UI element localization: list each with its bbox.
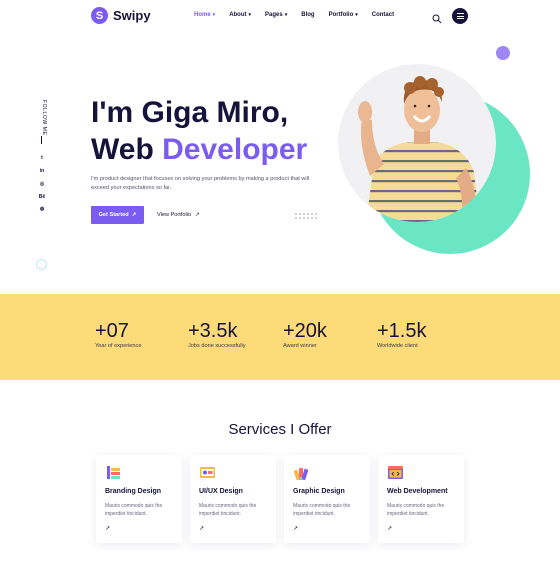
main-nav: Home ▾ About ▾ Pages ▾ Blog Portfolio ▾ Cont… — [194, 12, 408, 18]
card-description: Mauris commodo quis the imperdiet tincid… — [199, 503, 257, 517]
chevron-down-icon: ▾ — [248, 12, 252, 18]
stat-label: Year of experience — [95, 343, 142, 349]
branding-icon — [105, 464, 122, 481]
chevron-down-icon: ▾ — [212, 12, 216, 18]
card-title: UI/UX Design — [199, 488, 243, 495]
stat-value: +1.5k — [377, 320, 427, 342]
divider — [41, 136, 42, 144]
nav-item-portfolio[interactable]: Portfolio ▾ — [329, 12, 358, 18]
follow-me-label: FOLLOW ME — [41, 100, 47, 136]
card-description: Mauris commodo quis the imperdiet tincid… — [387, 503, 445, 517]
view-portfolio-button[interactable]: View Portfolio ↗ — [157, 212, 200, 218]
twitter-icon[interactable]: t — [38, 155, 46, 161]
stats-band: +07 Year of experience +3.5k Jobs done s… — [0, 294, 560, 380]
search-icon[interactable] — [432, 11, 442, 24]
chevron-down-icon: ▾ — [284, 12, 288, 18]
logo[interactable]: S Swipy — [91, 7, 151, 24]
stat-label: Worldwide client — [377, 343, 418, 349]
stat-value: +07 — [95, 320, 129, 342]
service-card-branding[interactable]: Branding Design Mauris commodo quis the … — [96, 455, 182, 543]
nav-item-contact[interactable]: Contact — [372, 12, 394, 18]
logo-mark: S — [91, 7, 108, 24]
arrow-up-right-icon[interactable]: ↗ — [293, 525, 298, 532]
card-title: Branding Design — [105, 488, 162, 495]
arrow-up-right-icon: ↗ — [195, 212, 200, 218]
uiux-icon — [199, 464, 216, 481]
portrait-image — [338, 64, 496, 222]
stat-label: Jobs done successfully — [188, 343, 246, 349]
stat-item: +1.5k Worldwide client — [377, 320, 426, 349]
stat-value: +20k — [283, 320, 327, 342]
nav-item-label: Home — [194, 12, 211, 18]
hero-title-accent: Developer — [162, 133, 308, 166]
decorative-dot — [496, 46, 510, 60]
nav-item-pages[interactable]: Pages ▾ — [265, 12, 287, 18]
nav-item-label: Contact — [371, 12, 395, 18]
nav-item-about[interactable]: About ▾ — [229, 12, 251, 18]
arrow-up-right-icon[interactable]: ↗ — [105, 525, 110, 532]
dribbble-icon[interactable]: ◍ — [38, 206, 46, 212]
stat-label: Award winner — [283, 343, 317, 349]
web-dev-icon — [387, 464, 404, 481]
site-header: S Swipy Home ▾ About ▾ Pages ▾ Blog Portfol… — [0, 0, 560, 34]
stat-value: +3.5k — [188, 320, 238, 342]
logo-text: Swipy — [113, 8, 151, 23]
stat-item: +20k Award winner — [283, 320, 327, 349]
graphic-icon — [293, 464, 310, 481]
instagram-icon[interactable]: ◎ — [38, 181, 46, 187]
behance-icon[interactable]: Bē — [38, 194, 46, 200]
nav-item-label: Blog — [301, 12, 315, 18]
hero-title-line1: I'm Giga Miro, — [91, 96, 289, 129]
nav-item-label: Pages — [265, 12, 283, 18]
view-portfolio-label: View Portfolio — [157, 212, 192, 218]
card-description: Mauris commodo quis the imperdiet tincid… — [293, 503, 351, 517]
service-card-web-dev[interactable]: Web Development Mauris commodo quis the … — [378, 455, 464, 543]
stat-item: +07 Year of experience — [95, 320, 141, 349]
stat-item: +3.5k Jobs done successfully — [188, 320, 246, 349]
linkedin-icon[interactable]: in — [38, 168, 46, 174]
service-card-uiux[interactable]: UI/UX Design Mauris commodo quis the imp… — [190, 455, 276, 543]
hero-title-plain: Web — [91, 133, 154, 166]
hero-title: I'm Giga Miro, Web Developer — [91, 94, 307, 168]
decorative-dots — [295, 213, 317, 219]
hamburger-icon[interactable] — [452, 8, 468, 24]
arrow-up-right-icon[interactable]: ↗ — [387, 525, 392, 532]
card-title: Web Development — [387, 488, 448, 495]
service-card-graphic[interactable]: Graphic Design Mauris commodo quis the i… — [284, 455, 370, 543]
get-started-button[interactable]: Get Started ↗ — [91, 206, 144, 224]
nav-item-label: Portfolio — [328, 12, 354, 18]
get-started-label: Get Started — [98, 212, 129, 218]
arrow-up-right-icon[interactable]: ↗ — [199, 525, 204, 532]
nav-item-label: About — [229, 12, 247, 18]
arrow-up-right-icon: ↗ — [131, 212, 137, 218]
services-title: Services I Offer — [228, 421, 332, 438]
nav-item-blog[interactable]: Blog — [301, 12, 314, 18]
nav-item-home[interactable]: Home ▾ — [194, 12, 215, 18]
hero-description: I'm product designer that focuses on sol… — [91, 176, 310, 191]
hero-photo — [336, 64, 532, 254]
card-description: Mauris commodo quis the imperdiet tincid… — [105, 503, 163, 517]
card-title: Graphic Design — [293, 488, 345, 495]
hero-title-line2: Web Developer — [91, 131, 307, 168]
decorative-ring — [36, 259, 47, 270]
chevron-down-icon: ▾ — [355, 12, 358, 18]
